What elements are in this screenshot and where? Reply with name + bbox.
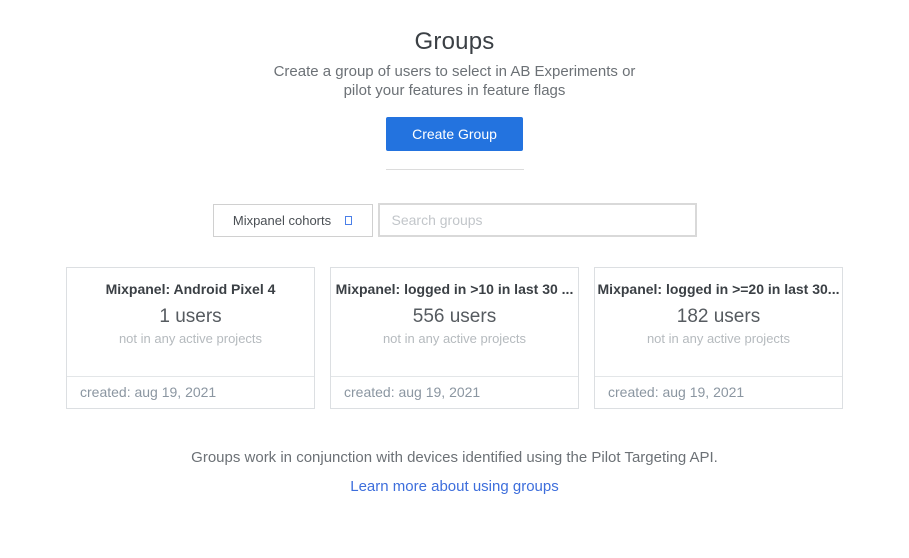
page-subtitle: Create a group of users to select in AB … (260, 62, 650, 100)
group-created-date: created: aug 19, 2021 (331, 376, 578, 408)
filter-controls: Mixpanel cohorts (0, 203, 909, 237)
group-card-body: Mixpanel: logged in >=20 in last 30... 1… (595, 268, 842, 376)
groups-page: Groups Create a group of users to select… (0, 0, 909, 558)
group-cards-row: Mixpanel: Android Pixel 4 1 users not in… (0, 267, 909, 409)
divider (386, 169, 524, 170)
search-groups-input[interactable] (378, 203, 697, 237)
group-status: not in any active projects (67, 331, 314, 346)
group-card[interactable]: Mixpanel: Android Pixel 4 1 users not in… (66, 267, 315, 409)
group-created-date: created: aug 19, 2021 (67, 376, 314, 408)
group-title: Mixpanel: Android Pixel 4 (67, 281, 314, 297)
group-card-body: Mixpanel: Android Pixel 4 1 users not in… (67, 268, 314, 376)
group-card-body: Mixpanel: logged in >10 in last 30 ... 5… (331, 268, 578, 376)
groups-info-note: Groups work in conjunction with devices … (0, 449, 909, 466)
group-created-date: created: aug 19, 2021 (595, 376, 842, 408)
cohort-source-dropdown[interactable]: Mixpanel cohorts (213, 204, 373, 237)
group-card[interactable]: Mixpanel: logged in >=20 in last 30... 1… (594, 267, 843, 409)
group-user-count: 182 users (595, 306, 842, 328)
group-user-count: 1 users (67, 306, 314, 328)
learn-more-link[interactable]: Learn more about using groups (350, 478, 558, 495)
group-user-count: 556 users (331, 306, 578, 328)
cohort-source-value: Mixpanel cohorts (233, 213, 331, 228)
group-card[interactable]: Mixpanel: logged in >10 in last 30 ... 5… (330, 267, 579, 409)
group-status: not in any active projects (331, 331, 578, 346)
dropdown-caret-icon (345, 216, 352, 225)
create-group-button[interactable]: Create Group (386, 117, 523, 151)
group-title: Mixpanel: logged in >=20 in last 30... (595, 281, 842, 297)
page-title: Groups (0, 0, 909, 57)
group-title: Mixpanel: logged in >10 in last 30 ... (331, 281, 578, 297)
group-status: not in any active projects (595, 331, 842, 346)
